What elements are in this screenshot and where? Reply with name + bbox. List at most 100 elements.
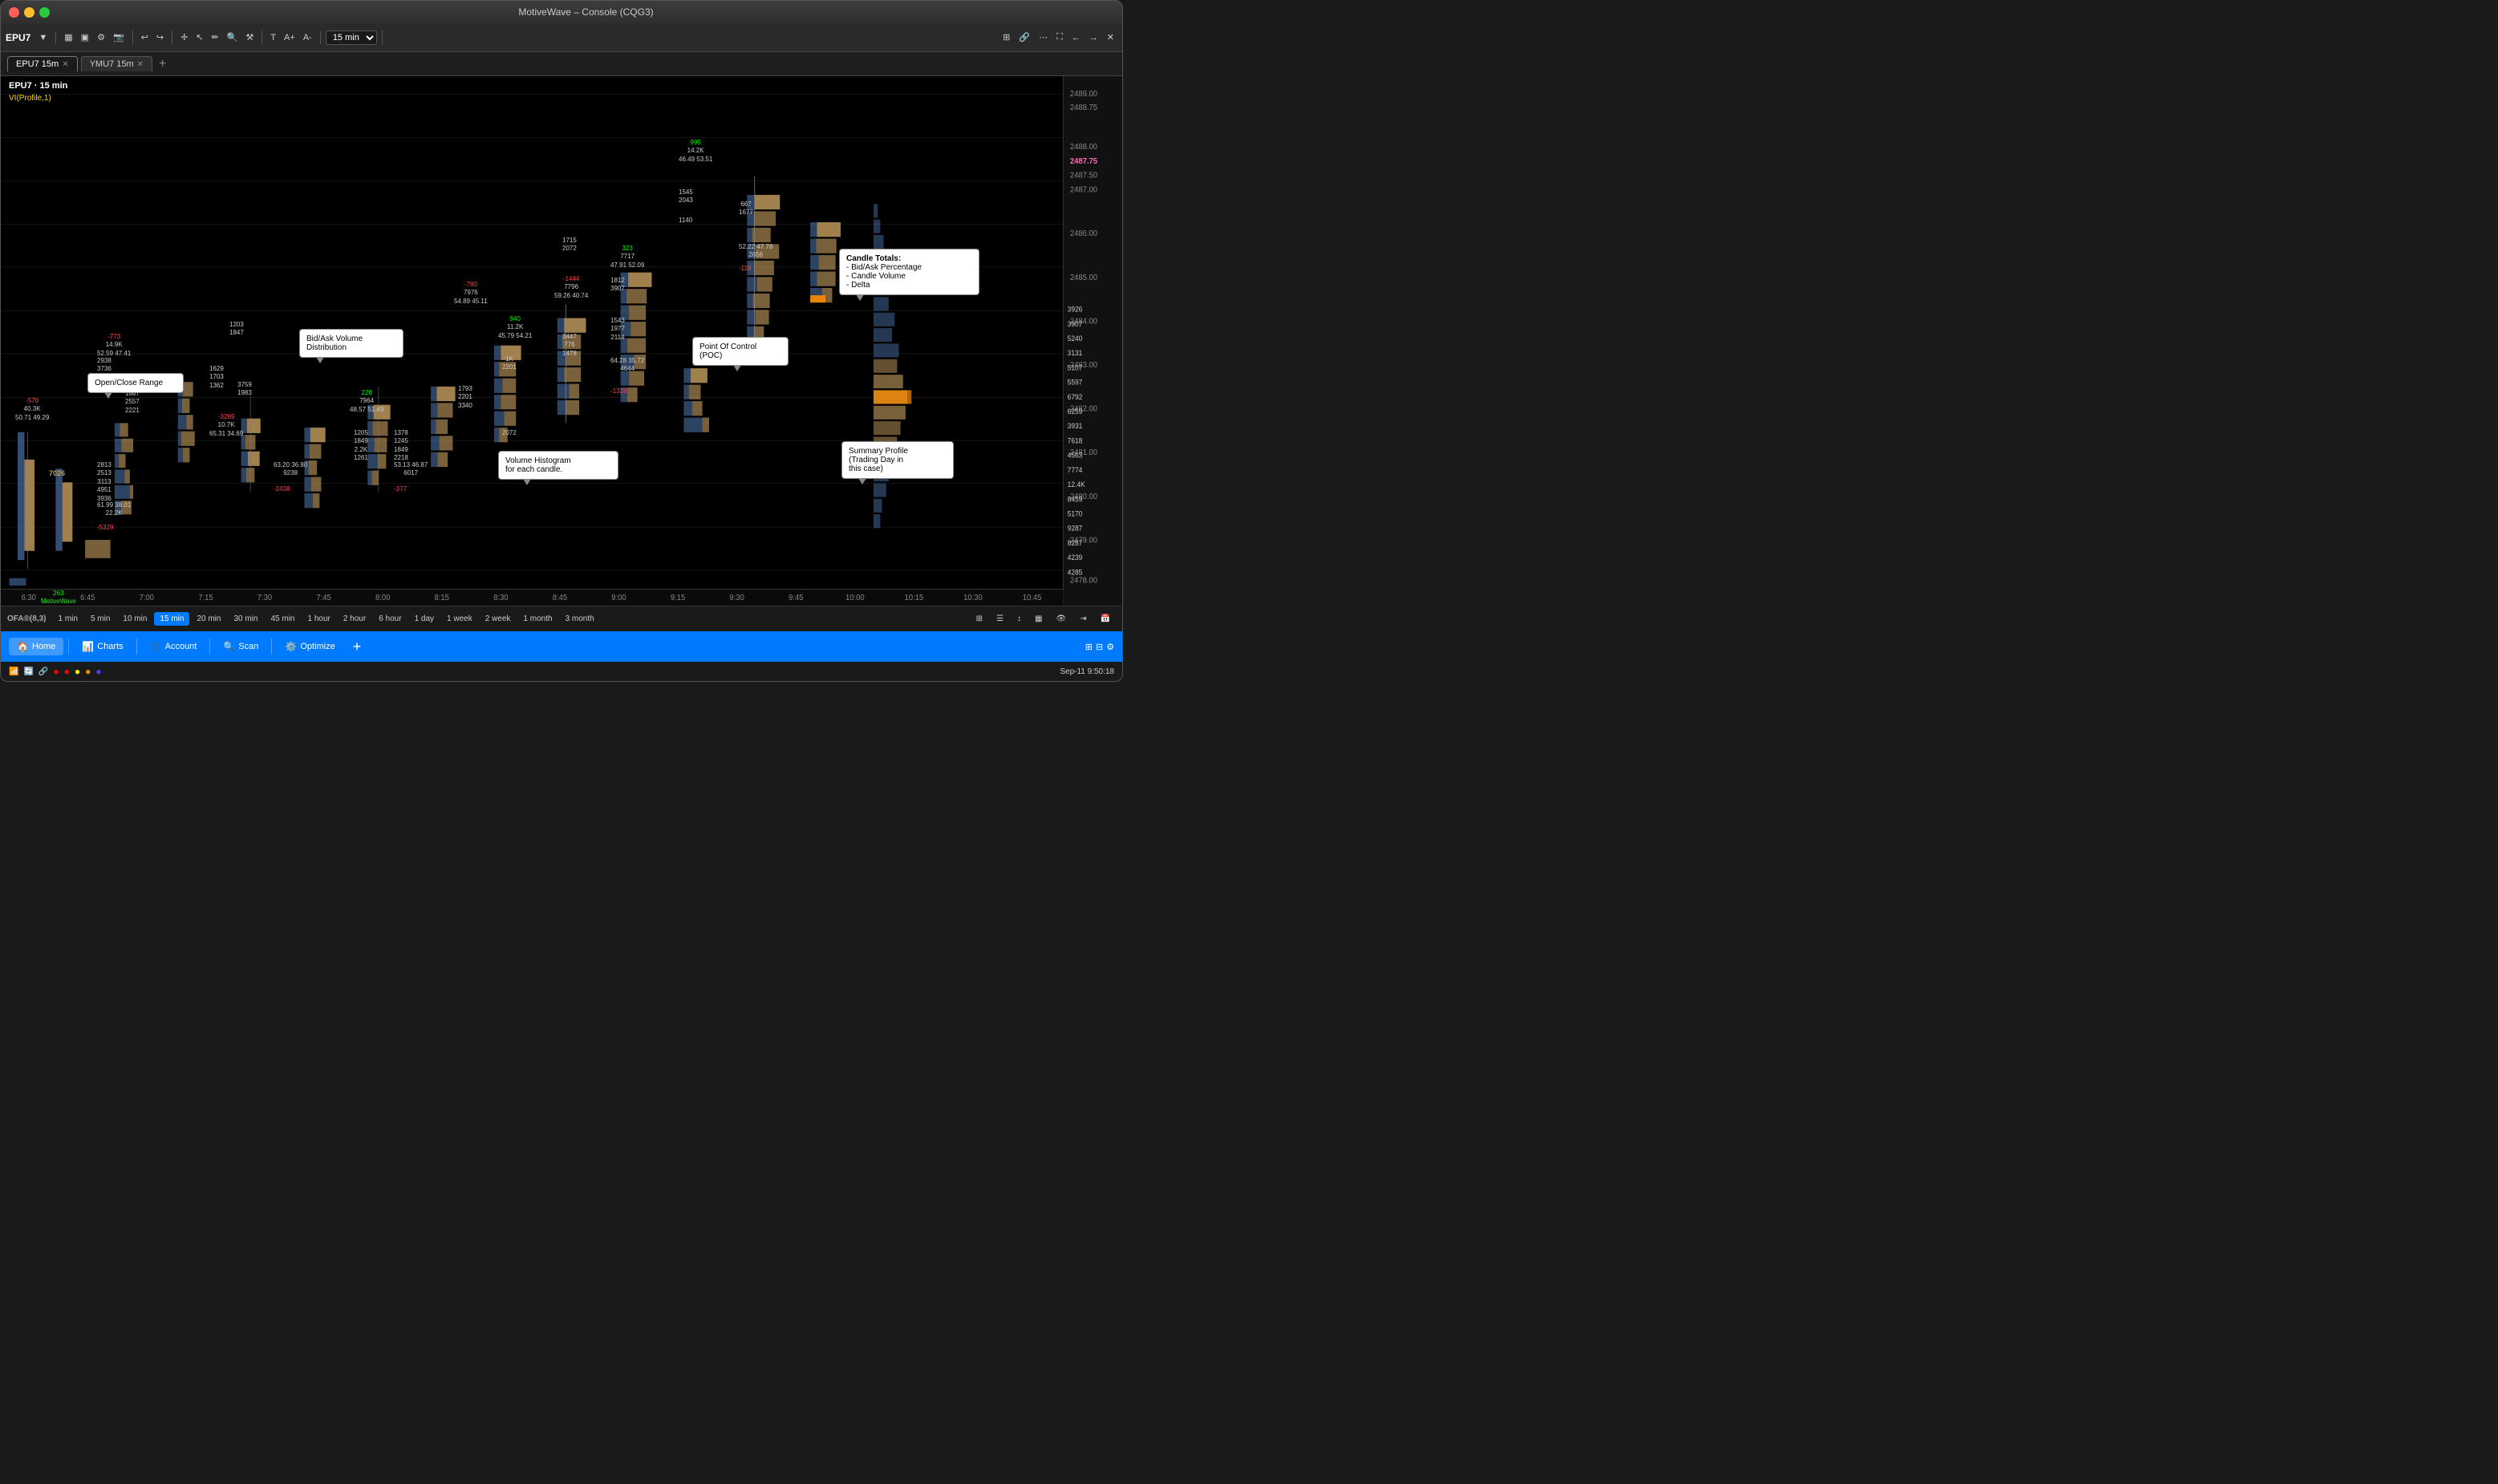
- text-btn[interactable]: T: [267, 31, 279, 44]
- delta-label-11b: 15452043: [679, 189, 693, 205]
- nav-home[interactable]: 🏠 Home: [9, 638, 63, 655]
- tf-30min[interactable]: 30 min: [228, 612, 263, 626]
- svg-text:9:45: 9:45: [789, 594, 804, 602]
- tab-ymu7[interactable]: YMU7 15m ✕: [81, 56, 152, 71]
- delta-label-3b: 162917031362: [209, 365, 224, 390]
- close-chart-btn[interactable]: ✕: [1104, 30, 1117, 44]
- font-size-up[interactable]: A+: [281, 31, 298, 44]
- tools-section: ✛ ↖ ✏ 🔍 ⚒: [177, 30, 262, 44]
- tf-list-btn[interactable]: ☰: [991, 612, 1009, 626]
- svg-text:3131: 3131: [1068, 349, 1083, 357]
- nav-back-btn[interactable]: ←: [1069, 31, 1084, 44]
- nav-account-label: Account: [165, 642, 197, 651]
- delta-label-8c: 2072: [502, 429, 517, 437]
- close-button[interactable]: [9, 7, 19, 18]
- dropdown-arrow[interactable]: ▼: [35, 31, 51, 44]
- nav-account[interactable]: 👤 Account: [142, 638, 205, 655]
- status-dot-blue: ●: [95, 666, 101, 677]
- tf-arrow-btn[interactable]: ⇥: [1074, 612, 1092, 626]
- annotation-candle-totals: Candle Totals: - Bid/Ask Percentage - Ca…: [839, 249, 979, 295]
- undo-btn[interactable]: ↩: [138, 30, 152, 44]
- link-btn[interactable]: 🔗: [1016, 30, 1033, 44]
- tab-epu7[interactable]: EPU7 15m ✕: [7, 56, 78, 71]
- magnet-btn[interactable]: ⚒: [242, 30, 257, 44]
- bar-type-btn[interactable]: ▣: [78, 30, 92, 44]
- camera-btn[interactable]: 📷: [110, 30, 128, 44]
- status-left: 📶 🔄 🔗 ● ● ● ● ●: [9, 666, 102, 677]
- tf-15min[interactable]: 15 min: [154, 612, 189, 626]
- svg-text:2488.00: 2488.00: [1070, 143, 1098, 152]
- svg-text:9287: 9287: [1068, 524, 1083, 532]
- chart-area[interactable]: EPU7 · 15 min VI(Profile,1): [1, 76, 1122, 606]
- tf-filter-btn[interactable]: ▦: [1029, 612, 1048, 626]
- svg-text:9:00: 9:00: [611, 594, 627, 602]
- svg-text:7774: 7774: [1068, 466, 1083, 474]
- toolbar: EPU7 ▼ ▦ ▣ ⚙ 📷 ↩ ↪ ✛ ↖ ✏ 🔍 ⚒ T A+ A- 15 …: [1, 23, 1122, 52]
- nav-charts[interactable]: 📊 Charts: [74, 638, 131, 655]
- maximize-button[interactable]: [39, 7, 50, 18]
- delta-label-12: 6671677: [739, 201, 753, 217]
- tf-1month[interactable]: 1 month: [517, 612, 558, 626]
- add-tab-btn[interactable]: +: [156, 57, 169, 71]
- settings-btn[interactable]: ⚙: [94, 30, 108, 44]
- svg-text:5107: 5107: [1068, 363, 1083, 371]
- nav-list-btn[interactable]: ⊟: [1096, 642, 1103, 652]
- nav-settings-btn[interactable]: ⚙: [1106, 642, 1114, 652]
- pointer-btn[interactable]: ↖: [193, 30, 206, 44]
- timeframe-select[interactable]: 15 min 1 min 5 min 30 min 1 hour: [326, 30, 377, 45]
- tf-eye-btn[interactable]: 👁: [1050, 612, 1072, 626]
- tf-1day[interactable]: 1 day: [409, 612, 440, 626]
- svg-text:5597: 5597: [1068, 378, 1083, 386]
- tf-2week[interactable]: 2 week: [480, 612, 517, 626]
- tf-45min[interactable]: 45 min: [265, 612, 300, 626]
- chart-layout-btn[interactable]: ⊞: [1000, 30, 1013, 44]
- delta-label-8: 94011.2K45.79 54.21: [498, 315, 532, 340]
- nav-forward-btn[interactable]: →: [1086, 31, 1101, 44]
- zoom-btn[interactable]: 🔍: [224, 30, 241, 44]
- maximize-chart-btn[interactable]: ⛶: [1053, 30, 1066, 44]
- svg-text:3907: 3907: [1068, 319, 1083, 327]
- tf-6hour[interactable]: 6 hour: [373, 612, 407, 626]
- tf-cal-btn[interactable]: 📅: [1095, 612, 1116, 626]
- svg-text:4285: 4285: [1068, 568, 1083, 576]
- tf-3month[interactable]: 3 month: [560, 612, 600, 626]
- delta-label-2c: 28132513311349513936: [97, 461, 112, 503]
- tf-10min[interactable]: 10 min: [117, 612, 152, 626]
- tf-1hour[interactable]: 1 hour: [302, 612, 335, 626]
- redo-btn[interactable]: ↪: [153, 30, 167, 44]
- tf-2hour[interactable]: 2 hour: [338, 612, 371, 626]
- font-size-down[interactable]: A-: [300, 31, 315, 44]
- svg-text:10:15: 10:15: [905, 594, 924, 602]
- more-btn[interactable]: ⋯: [1036, 30, 1051, 44]
- tf-5min[interactable]: 5 min: [85, 612, 116, 626]
- delta-label-3: -326910.7K65.31 34.69: [209, 413, 243, 438]
- svg-text:8:30: 8:30: [493, 594, 509, 602]
- minimize-button[interactable]: [24, 7, 34, 18]
- svg-text:2487.50: 2487.50: [1070, 171, 1098, 180]
- chart-type-btn[interactable]: ▦: [61, 30, 75, 44]
- nav-add-btn[interactable]: +: [348, 639, 367, 655]
- timeframe-bar: OFA®(8,3) 1 min 5 min 10 min 15 min 20 m…: [1, 606, 1122, 631]
- tf-sort-btn[interactable]: ↕: [1012, 612, 1027, 626]
- tf-1week[interactable]: 1 week: [441, 612, 478, 626]
- svg-text:7:30: 7:30: [258, 594, 273, 602]
- nav-grid-btn[interactable]: ⊞: [1085, 642, 1093, 652]
- tab-ymu7-close[interactable]: ✕: [137, 60, 144, 69]
- account-icon: 👤: [150, 641, 162, 652]
- tf-grid-btn[interactable]: ⊞: [971, 612, 988, 626]
- svg-text:2487.00: 2487.00: [1070, 185, 1098, 194]
- crosshair-btn[interactable]: ✛: [177, 30, 191, 44]
- tf-1min[interactable]: 1 min: [53, 612, 83, 626]
- tab-epu7-close[interactable]: ✕: [62, 60, 68, 69]
- nav-charts-label: Charts: [97, 642, 123, 651]
- chart-subtitle: VI(Profile,1): [9, 94, 51, 103]
- tf-20min[interactable]: 20 min: [191, 612, 226, 626]
- delta-label-9d: 17152072: [562, 237, 577, 253]
- svg-text:7:15: 7:15: [198, 594, 213, 602]
- nav-optimize[interactable]: ⚙️ Optimize: [277, 638, 343, 655]
- nav-scan[interactable]: 🔍 Scan: [215, 638, 266, 655]
- svg-text:2487.75: 2487.75: [1070, 157, 1098, 166]
- window-title: MotiveWave – Console (CQG3): [58, 6, 1114, 18]
- draw-btn[interactable]: ✏: [209, 30, 222, 44]
- svg-text:2488.75: 2488.75: [1070, 103, 1098, 112]
